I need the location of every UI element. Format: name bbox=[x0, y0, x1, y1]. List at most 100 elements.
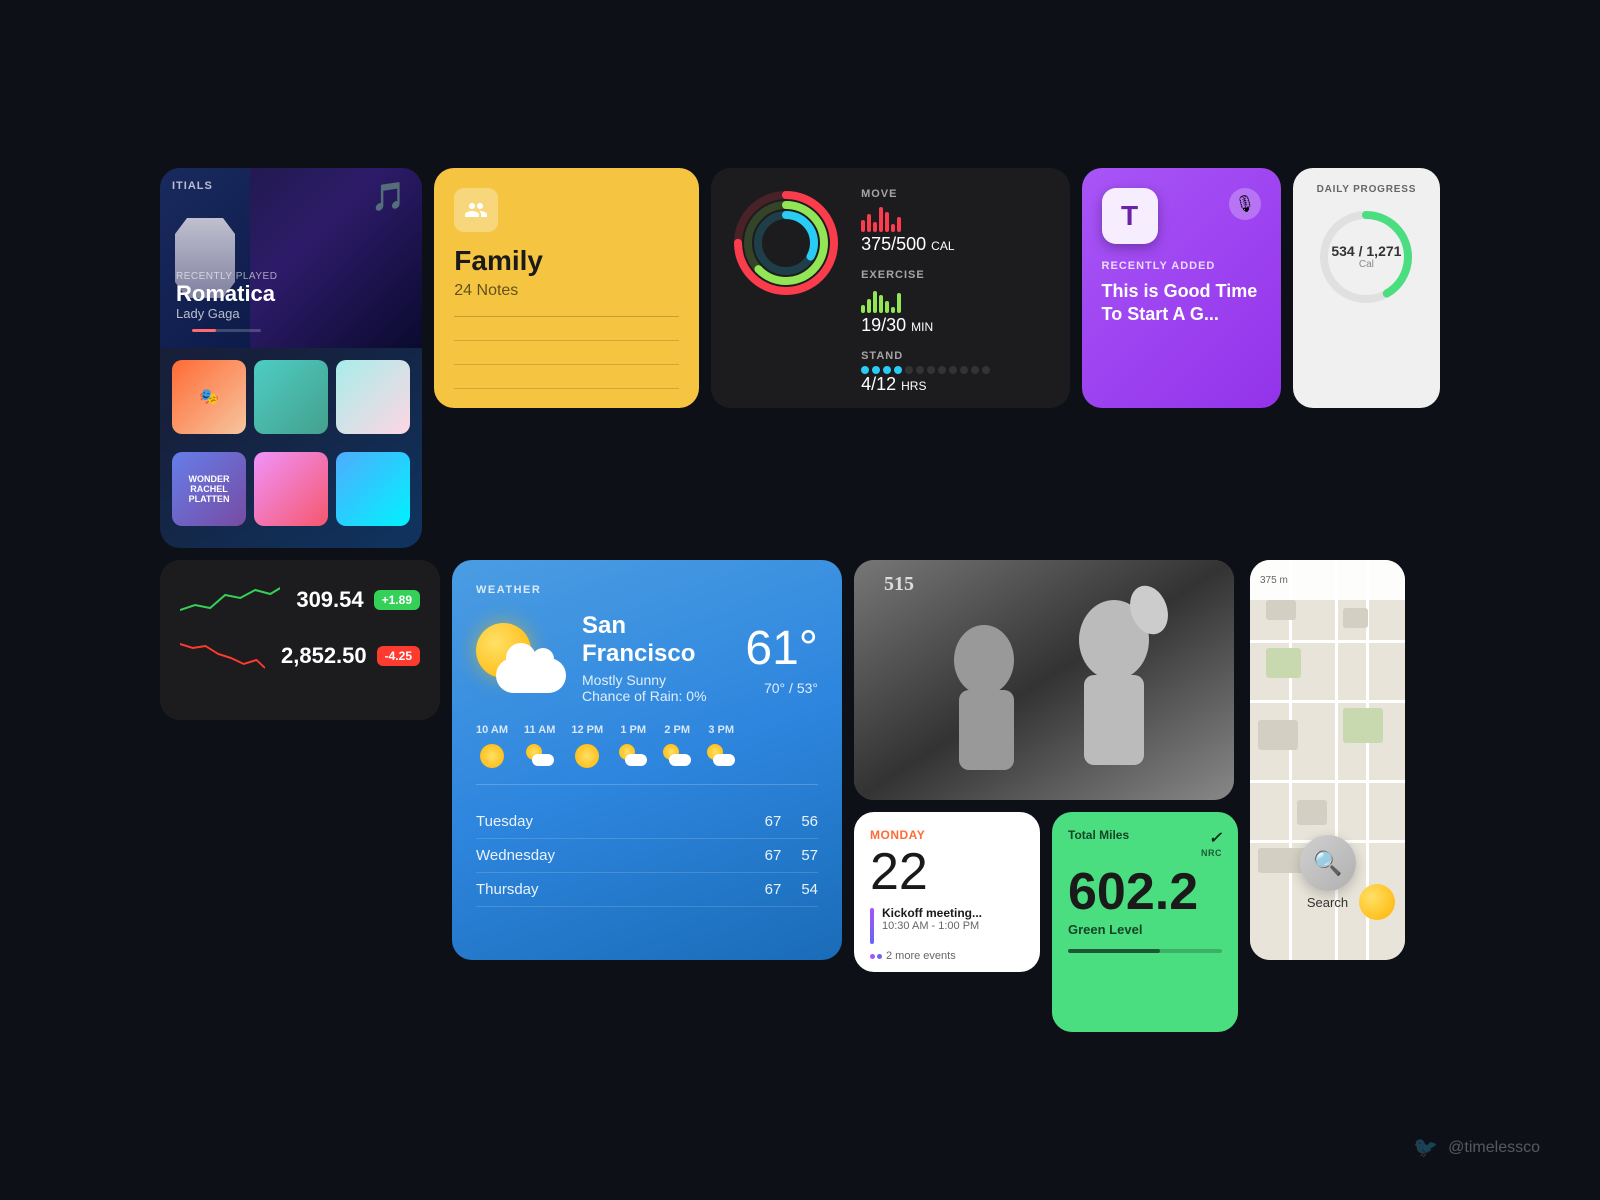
stocks-widget[interactable]: 309.54 +1.89 2,852.50 -4.25 bbox=[160, 560, 440, 720]
move-unit: CAL bbox=[931, 239, 954, 253]
activity-rings bbox=[731, 188, 841, 298]
weather-city: San Francisco bbox=[582, 612, 729, 668]
twitter-footer: 🐦 @timelessco bbox=[1413, 1135, 1540, 1160]
playback-progress bbox=[192, 329, 216, 332]
hourly-3pm: 3 PM bbox=[707, 724, 735, 768]
forecast-tuesday: Tuesday 67 56 bbox=[476, 805, 818, 839]
progress-title: DAILY PROGRESS bbox=[1317, 184, 1417, 195]
activity-widget: MOVE 375/500 CAL bbox=[711, 168, 1069, 408]
grid-item-1[interactable]: 🎭 bbox=[172, 360, 246, 434]
photo-bw-image: 515 bbox=[854, 560, 1234, 800]
cloud-sun-icon bbox=[663, 744, 691, 766]
calendar-event: Kickoff meeting... 10:30 AM - 1:00 PM bbox=[870, 906, 1024, 944]
move-value: 375/500 bbox=[861, 234, 926, 254]
podcast-app-icon: 🎙 bbox=[1229, 188, 1261, 220]
map-yellow-ball bbox=[1359, 884, 1395, 920]
sun-icon bbox=[480, 744, 504, 768]
notes-widget[interactable]: Family 24 Notes bbox=[434, 168, 699, 408]
weather-info: San Francisco Mostly Sunny Chance of Rai… bbox=[582, 612, 729, 704]
weather-temp: 61° bbox=[745, 621, 818, 676]
event-time: 10:30 AM - 1:00 PM bbox=[882, 920, 982, 932]
move-row: MOVE 375/500 CAL bbox=[861, 188, 1049, 255]
cloud-sun-icon bbox=[707, 744, 735, 766]
notes-title: Family bbox=[454, 244, 679, 278]
forecast-wednesday: Wednesday 67 57 bbox=[476, 839, 818, 873]
stand-label: STAND bbox=[861, 350, 1049, 362]
podcast-title: This is Good Time To Start A G... bbox=[1102, 280, 1261, 327]
weather-rain: Chance of Rain: 0% bbox=[582, 688, 729, 704]
cloud-sun-icon bbox=[619, 744, 647, 766]
nike-widget: Total Miles ✓ NRC 602.2 Green Level bbox=[1052, 812, 1238, 1032]
progress-value: 534 / 1,271 Cal bbox=[1316, 207, 1416, 307]
exercise-unit: MIN bbox=[911, 320, 933, 334]
daily-progress-widget: DAILY PROGRESS 534 / 1,271 Cal bbox=[1293, 168, 1440, 408]
music-note-icon: 🎵 bbox=[371, 180, 406, 213]
grid-item-5[interactable] bbox=[254, 452, 328, 526]
nike-logo: ✓ bbox=[1201, 828, 1222, 848]
music-widget[interactable]: ITIALS 🎵 RECENTLY PLAYED Romatica Lady G… bbox=[160, 168, 422, 548]
activity-stats: MOVE 375/500 CAL bbox=[861, 188, 1049, 388]
grid-item-4[interactable]: WONDER RACHEL PLATTEN bbox=[172, 452, 246, 526]
notes-icon bbox=[454, 188, 498, 232]
hourly-12pm: 12 PM bbox=[571, 724, 603, 768]
stock-row-1: 309.54 +1.89 bbox=[180, 580, 420, 620]
progress-ring: 534 / 1,271 Cal bbox=[1316, 207, 1416, 307]
weather-hourly: 10 AM 11 AM 12 PM 1 PM 2 PM bbox=[476, 724, 818, 785]
calendar-widget: MONDAY 22 Kickoff meeting... 10:30 AM - … bbox=[854, 812, 1040, 972]
stand-dots bbox=[861, 366, 1049, 372]
grid-item-2[interactable] bbox=[254, 360, 328, 434]
map-scale-overlay: 375 m bbox=[1250, 560, 1405, 600]
calendar-day: MONDAY bbox=[870, 828, 1024, 842]
exercise-label: EXERCISE bbox=[861, 269, 1049, 281]
stock-change-2: -4.25 bbox=[377, 646, 420, 666]
event-dot bbox=[870, 908, 874, 944]
weather-label: WEATHER bbox=[476, 584, 818, 596]
twitter-handle: @timelessco bbox=[1448, 1139, 1540, 1157]
twitter-bird-icon: 🐦 bbox=[1413, 1135, 1438, 1160]
nike-header: Total Miles ✓ NRC bbox=[1068, 828, 1222, 858]
svg-text:🎭: 🎭 bbox=[199, 389, 219, 406]
stand-row: STAND bbox=[861, 350, 1049, 395]
exercise-value: 19/30 bbox=[861, 315, 906, 335]
move-label: MOVE bbox=[861, 188, 1049, 200]
podcast-top: T 🎙 bbox=[1102, 188, 1261, 244]
exercise-chart bbox=[861, 283, 1049, 313]
stock-change-1: +1.89 bbox=[374, 590, 420, 610]
more-events: 2 more events bbox=[870, 950, 1024, 962]
grid-item-6[interactable] bbox=[336, 452, 410, 526]
weather-main: San Francisco Mostly Sunny Chance of Rai… bbox=[476, 612, 818, 704]
weather-forecast: Tuesday 67 56 Wednesday 67 57 Thursday bbox=[476, 805, 818, 907]
calendar-date: 22 bbox=[870, 846, 1024, 898]
podcast-widget[interactable]: T 🎙 RECENTLY ADDED This is Good Time To … bbox=[1082, 168, 1281, 408]
grid-item-3[interactable] bbox=[336, 360, 410, 434]
move-chart bbox=[861, 202, 1049, 232]
stock-price-1: 309.54 bbox=[296, 587, 363, 613]
event-title: Kickoff meeting... bbox=[882, 906, 982, 920]
song-artist: Lady Gaga bbox=[176, 306, 277, 321]
recently-added-label: RECENTLY ADDED bbox=[1102, 260, 1261, 272]
forecast-thursday: Thursday 67 54 bbox=[476, 873, 818, 907]
nike-miles: 602.2 bbox=[1068, 866, 1222, 918]
hourly-11am: 11 AM bbox=[524, 724, 555, 768]
nike-nrc: NRC bbox=[1201, 848, 1222, 858]
hourly-10am: 10 AM bbox=[476, 724, 508, 768]
search-label: Search bbox=[1307, 895, 1348, 910]
map-widget[interactable]: 375 m 🔍 Search bbox=[1250, 560, 1405, 960]
search-icon: 🔍 bbox=[1300, 835, 1356, 891]
nike-progress-bar bbox=[1068, 949, 1222, 953]
map-search-button[interactable]: 🔍 Search bbox=[1300, 835, 1356, 910]
weather-sun-icon bbox=[476, 623, 566, 693]
notes-count: 24 Notes bbox=[454, 282, 679, 300]
weather-widget: WEATHER San Francisco Mostly Sunny Chanc… bbox=[452, 560, 842, 960]
stock-chart-2 bbox=[180, 636, 265, 676]
hourly-1pm: 1 PM bbox=[619, 724, 647, 768]
stock-chart-1 bbox=[180, 580, 280, 620]
stock-row-2: 2,852.50 -4.25 bbox=[180, 636, 420, 676]
nike-progress-fill bbox=[1068, 949, 1160, 953]
music-album-title: ITIALS bbox=[172, 180, 213, 192]
hourly-2pm: 2 PM bbox=[663, 724, 691, 768]
stand-value: 4/12 bbox=[861, 374, 896, 394]
music-album-grid: 🎭 WONDER RACHEL PLATTEN bbox=[160, 348, 422, 548]
stand-unit: HRS bbox=[901, 379, 926, 393]
weather-hilo: 70° / 53° bbox=[745, 680, 818, 696]
